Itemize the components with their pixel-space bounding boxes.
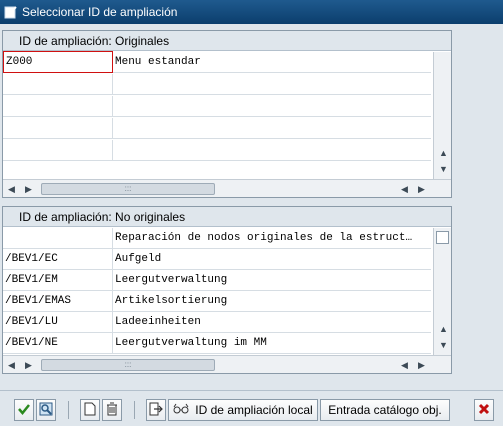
table-row[interactable] xyxy=(3,96,431,117)
table-row[interactable]: /BEV1/EMAS Artikelsortierung xyxy=(3,291,431,312)
confirm-button[interactable] xyxy=(14,399,34,421)
scroll-up-icon[interactable]: ▲ xyxy=(439,148,448,158)
cell-text[interactable] xyxy=(113,96,431,117)
cell-id[interactable] xyxy=(3,118,113,139)
table-row[interactable]: /BEV1/EM Leergutverwaltung xyxy=(3,270,431,291)
scroll-thumb[interactable]: ::: xyxy=(41,359,215,371)
footer-toolbar: ID de ampliación local Entrada catálogo … xyxy=(0,390,503,426)
originals-vertical-scrollbar[interactable]: ▲ ▼ xyxy=(433,52,451,180)
scroll-right-icon[interactable]: ▶ xyxy=(25,184,32,194)
column-settings-icon[interactable] xyxy=(436,231,449,244)
cancel-icon xyxy=(478,403,490,418)
scroll-left-icon[interactable]: ◀ xyxy=(8,184,15,194)
catalog-entry-label: Entrada catálogo obj. xyxy=(328,403,442,417)
originals-panel: ID de ampliación: Originales Z000 Menu e… xyxy=(2,30,452,198)
check-icon xyxy=(17,402,31,419)
originals-horizontal-scrollbar[interactable]: ◀ ▶ ::: ◀ ▶ xyxy=(3,179,451,197)
scroll-down-icon[interactable]: ▼ xyxy=(439,164,448,174)
scroll-thumb[interactable]: ::: xyxy=(41,183,215,195)
table-row[interactable] xyxy=(3,140,431,161)
cell-text[interactable] xyxy=(113,74,431,95)
scroll-right-icon[interactable]: ▶ xyxy=(25,360,32,370)
toolbar-separator xyxy=(134,401,135,419)
cell-id[interactable] xyxy=(3,74,113,95)
cell-id[interactable]: Z000 xyxy=(3,51,113,73)
cell-text[interactable]: Aufgeld xyxy=(113,249,431,270)
scroll-left-icon[interactable]: ◀ xyxy=(401,360,408,370)
table-row[interactable]: /BEV1/LU Ladeeinheiten xyxy=(3,312,431,333)
cell-id[interactable] xyxy=(3,140,113,161)
transfer-button[interactable] xyxy=(146,399,166,421)
non-originals-header: ID de ampliación: No originales xyxy=(3,207,451,227)
non-originals-horizontal-scrollbar[interactable]: ◀ ▶ ::: ◀ ▶ xyxy=(3,355,451,373)
cell-id[interactable]: /BEV1/EM xyxy=(3,270,113,291)
new-entry-button[interactable] xyxy=(80,399,100,421)
cell-text[interactable]: Reparación de nodos originales de la est… xyxy=(113,228,431,249)
cell-text[interactable] xyxy=(113,140,431,161)
table-row[interactable] xyxy=(3,118,431,139)
scroll-up-icon[interactable]: ▲ xyxy=(439,324,448,334)
window-title: Seleccionar ID de ampliación xyxy=(22,5,178,19)
local-id-button[interactable]: ID de ampliación local xyxy=(168,399,318,421)
cell-id[interactable] xyxy=(3,96,113,117)
search-button[interactable] xyxy=(36,399,56,421)
window-edit-icon xyxy=(4,5,18,19)
non-originals-vertical-scrollbar[interactable]: ▲ ▼ xyxy=(433,228,451,356)
local-id-label: ID de ampliación local xyxy=(195,403,313,417)
cell-id[interactable]: /BEV1/LU xyxy=(3,312,113,333)
delete-button[interactable] xyxy=(102,399,122,421)
scroll-down-icon[interactable]: ▼ xyxy=(439,340,448,350)
table-row[interactable]: /BEV1/NE Leergutverwaltung im MM xyxy=(3,333,431,354)
table-row[interactable]: Reparación de nodos originales de la est… xyxy=(3,228,431,249)
cell-text[interactable]: Ladeeinheiten xyxy=(113,312,431,333)
cell-text[interactable]: Leergutverwaltung xyxy=(113,270,431,291)
cell-id[interactable] xyxy=(3,228,113,249)
cell-text[interactable]: Leergutverwaltung im MM xyxy=(113,333,431,354)
table-row[interactable] xyxy=(3,74,431,95)
catalog-entry-button[interactable]: Entrada catálogo obj. xyxy=(320,399,450,421)
new-document-icon xyxy=(84,402,96,419)
cell-text[interactable]: Menu estandar xyxy=(113,52,431,73)
trash-icon xyxy=(106,402,118,419)
scroll-left-icon[interactable]: ◀ xyxy=(401,184,408,194)
search-icon xyxy=(39,402,53,419)
cancel-button[interactable] xyxy=(474,399,494,421)
table-row[interactable]: Z000 Menu estandar xyxy=(3,51,431,73)
toolbar-separator xyxy=(68,401,69,419)
cell-text[interactable] xyxy=(113,118,431,139)
glasses-icon xyxy=(173,403,189,418)
title-bar: Seleccionar ID de ampliación xyxy=(0,0,503,24)
cell-id[interactable]: /BEV1/EMAS xyxy=(3,291,113,312)
non-originals-panel: ID de ampliación: No originales Reparaci… xyxy=(2,206,452,374)
cell-id[interactable]: /BEV1/NE xyxy=(3,333,113,354)
id-value: Z000 xyxy=(6,56,33,68)
scroll-right-icon[interactable]: ▶ xyxy=(418,360,425,370)
scroll-right-icon[interactable]: ▶ xyxy=(418,184,425,194)
scroll-left-icon[interactable]: ◀ xyxy=(8,360,15,370)
transfer-icon xyxy=(149,402,163,419)
cell-id[interactable]: /BEV1/EC xyxy=(3,249,113,270)
table-row[interactable]: /BEV1/EC Aufgeld xyxy=(3,249,431,270)
cell-text[interactable]: Artikelsortierung xyxy=(113,291,431,312)
originals-header: ID de ampliación: Originales xyxy=(3,31,451,51)
